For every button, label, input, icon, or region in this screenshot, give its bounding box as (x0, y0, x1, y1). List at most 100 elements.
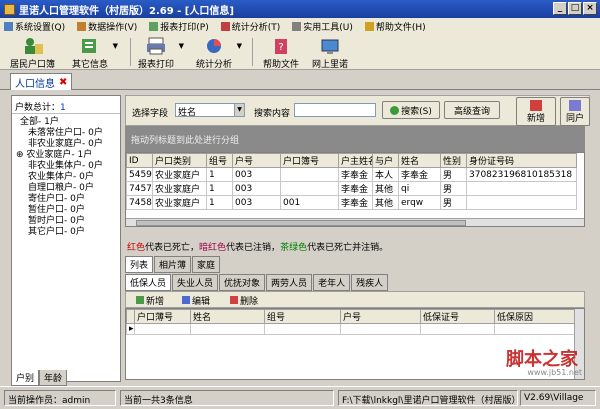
add-button[interactable]: 新增 (516, 97, 556, 126)
column-header[interactable]: 组号 (206, 153, 233, 168)
lower-add-button[interactable]: 新增 (130, 293, 170, 307)
left-tabs: 户别 年龄 (11, 370, 68, 386)
tab-family[interactable]: 家庭 (192, 256, 221, 273)
menu-stats[interactable]: 统计分析(T) (220, 20, 280, 33)
tree-item[interactable]: 自理口粮户- 0户 (14, 183, 103, 194)
menu-bar: 系统设置(Q) 数据操作(V) 报表打印(P) 统计分析(T) 实用工具(U) … (0, 18, 600, 34)
column-header[interactable]: 户号 (232, 153, 281, 168)
tab-population-info[interactable]: 人口信息 ✖ (10, 73, 73, 90)
status-legend: 红色代表已死亡，暗红色代表已注销，茶绿色代表已死亡并注销。 (127, 243, 389, 253)
column-header[interactable]: 性别 (440, 153, 467, 168)
horizontal-scrollbar[interactable] (126, 218, 584, 226)
tree-item[interactable]: 未落常住户口- 0户 (14, 128, 103, 139)
scroll-thumb[interactable] (136, 220, 466, 226)
help-icon (364, 21, 374, 31)
lower-edit-button[interactable]: 编辑 (174, 293, 218, 307)
close-tab-icon[interactable]: ✖ (59, 77, 67, 88)
column-header[interactable]: 低保原因 (494, 309, 575, 324)
tree-item[interactable]: 全部- 1户 (14, 117, 103, 128)
tab-age[interactable]: 年龄 (39, 370, 68, 386)
column-header[interactable]: 户主姓名 (338, 153, 373, 168)
tab-household-type[interactable]: 户别 (11, 370, 40, 386)
column-header[interactable]: 姓名 (190, 309, 265, 324)
svg-text:?: ? (278, 42, 283, 53)
tree-item[interactable]: ⊕ 农业家庭户- 1户 (14, 150, 103, 161)
close-button[interactable]: × (583, 2, 597, 15)
lower-delete-button[interactable]: 删除 (222, 293, 266, 307)
menu-report[interactable]: 报表打印(P) (149, 20, 209, 33)
delete-icon (229, 296, 238, 304)
table-row[interactable]: 7457 农业家庭户 1 003 李奉金 其他 qi 男 (126, 181, 577, 196)
column-header[interactable]: 户号 (340, 309, 421, 324)
table-row[interactable]: ▸ (126, 323, 575, 335)
tab-disabled[interactable]: 残疾人 (351, 274, 389, 291)
dropdown-arrow-icon[interactable]: ▼ (179, 42, 184, 50)
household-tree-panel: 户数总计：1 全部- 1户 未落常住户口- 0户 非农业家庭户- 0户 ⊕ 农业… (11, 95, 121, 382)
table-row[interactable]: 5459 农业家庭户 1 003 李奉金 本人 李奉金男 370823196810185318 (126, 167, 577, 182)
tree-item[interactable]: 暂住户口- 0户 (14, 205, 103, 216)
stats-icon (220, 21, 230, 31)
resident-book-button[interactable]: 居民户口簿 (10, 36, 55, 70)
column-header[interactable]: 与户 (372, 153, 399, 168)
status-path: F:\下载\lnkkgl\里诺户口管理软件（村居版） (338, 390, 518, 406)
menu-data[interactable]: 数据操作(V) (77, 20, 137, 33)
search-button[interactable]: 搜索(S) (382, 101, 440, 119)
globe-icon (321, 39, 339, 54)
chevron-down-icon[interactable]: ▼ (234, 104, 244, 116)
menu-help[interactable]: 帮助文件(H) (364, 20, 426, 33)
tab-low-income[interactable]: 低保人员 (125, 274, 172, 291)
system-icon (4, 21, 13, 31)
tab-elderly[interactable]: 老年人 (313, 274, 351, 291)
lower-toolbar: 新增 编辑 删除 (125, 291, 585, 308)
column-header[interactable]: ID (126, 153, 153, 168)
minimize-button[interactable]: _ (553, 2, 567, 15)
menu-system[interactable]: 系统设置(Q) (4, 20, 65, 33)
advanced-query-button[interactable]: 高级查询 (444, 101, 500, 119)
tree-item[interactable]: 非农业集体户- 0户 (14, 161, 103, 172)
title-bar: 里诺人口管理软件（村居版）2.69 - [人口信息] _ □ × (0, 0, 600, 18)
dropdown-arrow-icon[interactable]: ▼ (237, 42, 242, 50)
group-by-area[interactable]: 拖动列标题到此处进行分组 (125, 126, 585, 152)
table-row[interactable]: 7458 农业家庭户 1 003 001 李奉金 其他 erqw 男 (126, 195, 577, 210)
household-icon (569, 99, 581, 111)
grid-header: ID 户口类别 组号 户号 户口簿号 户主姓名 与户 姓名 性别 身份证号码 (126, 153, 577, 168)
population-grid: ID 户口类别 组号 户号 户口簿号 户主姓名 与户 姓名 性别 身份证号码 5… (125, 152, 585, 227)
tab-preferential[interactable]: 优抚对象 (219, 274, 266, 291)
maximize-button[interactable]: □ (568, 2, 582, 15)
tab-two-labor[interactable]: 两劳人员 (266, 274, 313, 291)
online-lino-button[interactable]: 网上里诺 (312, 36, 348, 70)
tree-item[interactable]: 寄住户口- 0户 (14, 194, 103, 205)
tab-unemployed[interactable]: 失业人员 (172, 274, 219, 291)
help-book-icon: ? (275, 39, 287, 54)
column-header[interactable]: 身份证号码 (466, 153, 577, 168)
column-header[interactable]: 低保证号 (420, 309, 495, 324)
tab-photo[interactable]: 相片薄 (154, 256, 192, 273)
column-header[interactable]: 户口簿号 (280, 153, 339, 168)
tree-item[interactable]: 其它户口- 0户 (14, 227, 103, 238)
field-select[interactable]: 姓名 ▼ (175, 103, 245, 118)
dropdown-arrow-icon[interactable]: ▼ (113, 42, 118, 50)
content-label: 搜索内容 (254, 109, 291, 119)
stat-analysis-button[interactable]: 统计分析 ▼ (196, 36, 242, 70)
report-print-button[interactable]: 报表打印 ▼ (138, 36, 184, 70)
column-header[interactable]: 组号 (264, 309, 341, 324)
tab-list[interactable]: 列表 (125, 256, 154, 273)
search-input[interactable] (294, 103, 376, 117)
tree-item[interactable]: 非农业家庭户- 0户 (14, 139, 103, 150)
report-icon (149, 21, 159, 31)
menu-tools[interactable]: 实用工具(U) (292, 20, 353, 33)
household-tree: 全部- 1户 未落常住户口- 0户 非农业家庭户- 0户 ⊕ 农业家庭户- 1户… (14, 117, 103, 238)
column-header[interactable]: 姓名 (398, 153, 441, 168)
same-household-button[interactable]: 同户 (560, 97, 590, 126)
tree-item[interactable]: 农业集体户- 0户 (14, 172, 103, 183)
add-record-icon (530, 99, 542, 111)
column-header[interactable]: 户口类别 (152, 153, 207, 168)
help-file-button[interactable]: ? 帮助文件 (263, 36, 299, 70)
other-info-button[interactable]: 其它信息 ▼ (72, 36, 118, 70)
column-header[interactable]: 户口薄号 (134, 309, 191, 324)
search-bar: 选择字段 姓名 ▼ 搜索内容 搜索(S) 高级查询 新增 同户 (125, 95, 590, 126)
other-info-icon (82, 39, 96, 53)
expand-icon[interactable]: ⊕ (16, 150, 24, 160)
tree-item[interactable]: 暂时户口- 0户 (14, 216, 103, 227)
search-icon (390, 105, 400, 115)
